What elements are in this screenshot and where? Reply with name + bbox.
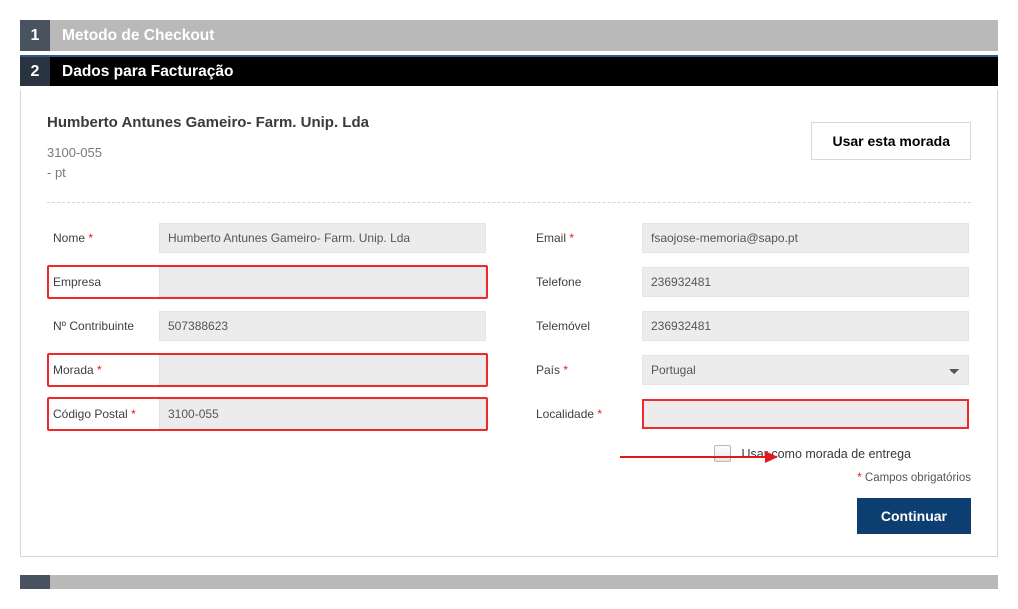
email-input[interactable] [642, 223, 969, 253]
use-this-address-button[interactable]: Usar esta morada [811, 122, 971, 160]
step-number: 2 [20, 57, 50, 86]
nome-input[interactable] [159, 223, 486, 253]
step-number: 1 [20, 20, 50, 51]
field-localidade: Localidade * [530, 397, 971, 431]
field-nome: Nome * [47, 221, 488, 255]
field-codigo-postal: Código Postal * [47, 397, 488, 431]
codigo-postal-input[interactable] [159, 399, 486, 429]
billing-panel: Humberto Antunes Gameiro- Farm. Unip. Ld… [20, 90, 998, 557]
localidade-input[interactable] [642, 399, 969, 429]
field-empresa: Empresa [47, 265, 488, 299]
field-telemovel: Telemóvel [530, 309, 971, 343]
shipping-checkbox-row: Usar como morada de entrega [530, 445, 971, 462]
step-title: Dados para Facturação [50, 57, 998, 86]
saved-address-name: Humberto Antunes Gameiro- Farm. Unip. Ld… [47, 114, 369, 131]
pais-select[interactable]: Portugal [642, 355, 969, 385]
checkout-step-1[interactable]: 1 Metodo de Checkout [20, 20, 998, 51]
empresa-input[interactable] [159, 267, 486, 297]
required-hint: * Campos obrigatórios [530, 472, 971, 484]
field-telefone: Telefone [530, 265, 971, 299]
telefone-input[interactable] [642, 267, 969, 297]
arrow-annotation-icon [620, 447, 780, 467]
field-pais: País * Portugal [530, 353, 971, 387]
contribuinte-input[interactable] [159, 311, 486, 341]
step-title: Metodo de Checkout [50, 20, 998, 51]
field-morada: Morada * [47, 353, 488, 387]
field-contribuinte: Nº Contribuinte [47, 309, 488, 343]
checkout-step-2: 2 Dados para Facturação [20, 55, 998, 86]
next-step-collapsed[interactable] [20, 575, 998, 589]
saved-address-block: Humberto Antunes Gameiro- Farm. Unip. Ld… [47, 114, 971, 203]
telemovel-input[interactable] [642, 311, 969, 341]
continue-button[interactable]: Continuar [857, 498, 971, 534]
morada-input[interactable] [159, 355, 486, 385]
saved-address-lines: 3100-055 - pt [47, 143, 369, 182]
field-email: Email * [530, 221, 971, 255]
